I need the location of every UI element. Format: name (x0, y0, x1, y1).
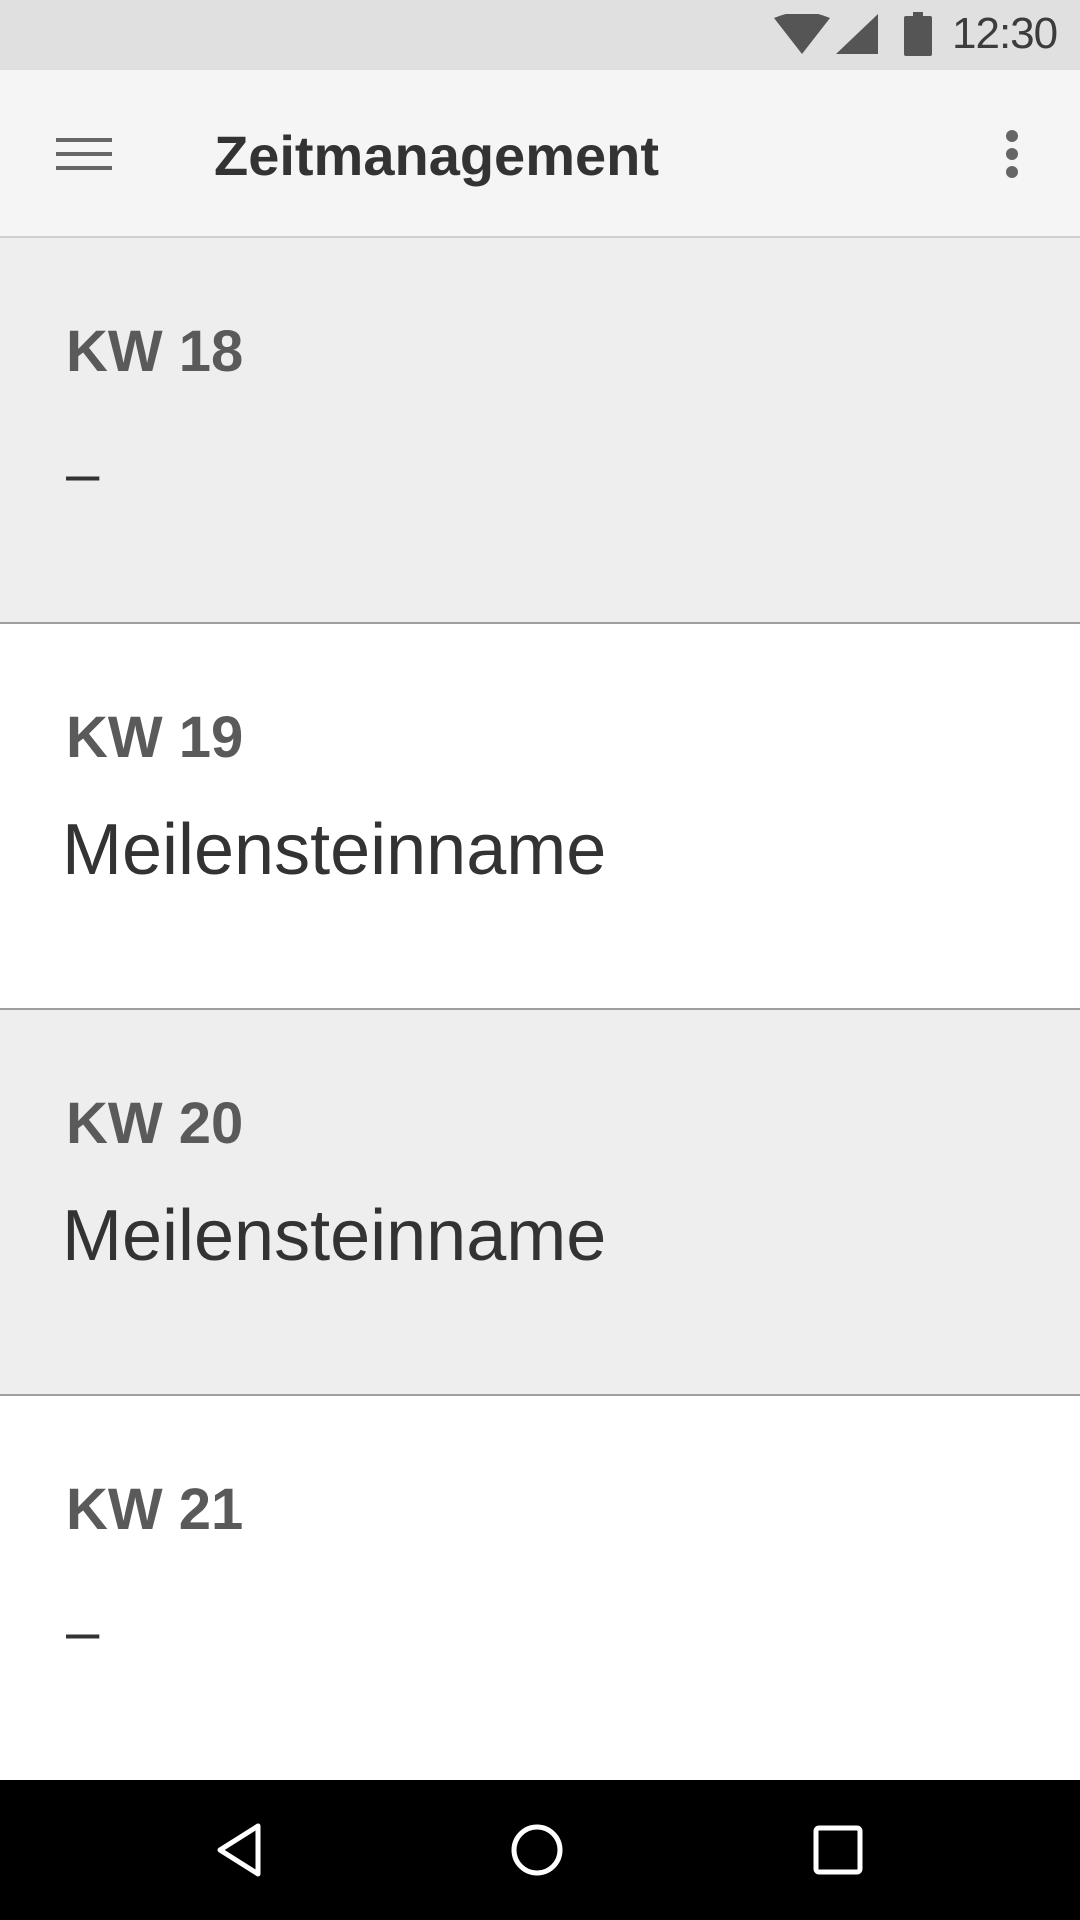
milestone-name: – (66, 440, 100, 507)
milestone-name: Meilensteinname (62, 810, 607, 890)
navigation-bar (0, 1780, 1080, 1920)
cell-signal-icon (836, 14, 878, 54)
overflow-menu-button[interactable] (968, 110, 1056, 198)
screen: 12:30 Zeitmanagement KW 18 – KW 19 Meile… (0, 0, 1080, 1920)
milestone-name: – (66, 1598, 100, 1665)
list-item-kw18[interactable]: KW 18 – (0, 238, 1080, 624)
milestone-name: Meilensteinname (62, 1196, 607, 1276)
recents-button[interactable] (798, 1810, 878, 1890)
back-icon (217, 1823, 261, 1877)
status-time: 12:30 (952, 9, 1058, 58)
hamburger-menu-icon (56, 138, 112, 170)
list-item-kw19[interactable]: KW 19 Meilensteinname (0, 624, 1080, 1010)
home-button[interactable] (497, 1810, 577, 1890)
home-icon (511, 1824, 563, 1876)
recents-icon (813, 1825, 863, 1875)
battery-icon (904, 12, 932, 56)
menu-button[interactable] (40, 110, 128, 198)
app-bar: Zeitmanagement (0, 70, 1080, 238)
week-label: KW 19 (66, 705, 244, 770)
back-button[interactable] (200, 1810, 280, 1890)
week-label: KW 18 (66, 319, 244, 384)
list-item-kw20[interactable]: KW 20 Meilensteinname (0, 1010, 1080, 1396)
status-bar: 12:30 (0, 0, 1080, 70)
week-label: KW 21 (66, 1477, 244, 1542)
week-label: KW 20 (66, 1091, 244, 1156)
more-vert-icon (1006, 130, 1018, 178)
wifi-icon (774, 14, 830, 54)
week-list: KW 18 – KW 19 Meilensteinname KW 20 Meil… (0, 238, 1080, 1782)
list-item-kw21[interactable]: KW 21 – (0, 1396, 1080, 1782)
page-title: Zeitmanagement (214, 124, 659, 187)
